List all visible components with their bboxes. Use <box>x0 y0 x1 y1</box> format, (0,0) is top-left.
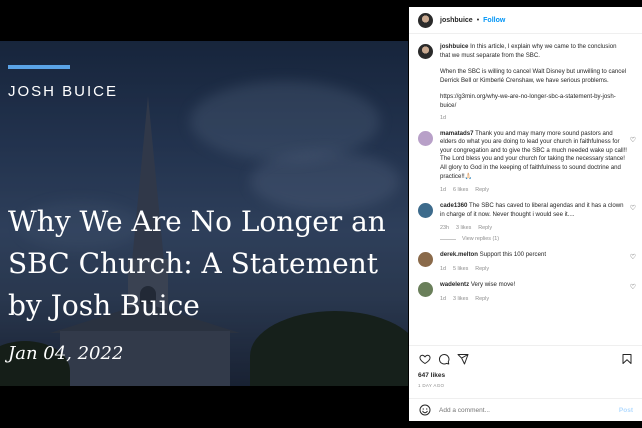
caption: joshbuice In this article, I explain why… <box>418 43 642 126</box>
post-timestamp: 1 DAY AGO <box>418 383 445 388</box>
replies-line <box>440 238 456 240</box>
comments-list[interactable]: joshbuice In this article, I explain why… <box>409 35 642 345</box>
comment-likes[interactable]: 6 likes <box>453 187 468 193</box>
comment-username[interactable]: derek.melton <box>440 251 478 258</box>
comment-heart-icon[interactable]: ♡ <box>630 253 636 261</box>
comment-username[interactable]: cade1360 <box>440 202 467 209</box>
view-replies-label[interactable]: View replies (1) <box>462 236 499 242</box>
avatar[interactable] <box>418 252 433 268</box>
comment-text: Very wise move! <box>470 280 516 288</box>
caption-link[interactable]: https://g3min.org/why-we-are-no-longer-s… <box>440 93 628 110</box>
avatar[interactable] <box>418 281 433 297</box>
comment-text: Thank you and may many more sound pastor… <box>440 129 627 180</box>
post-side-panel: joshbuice • Follow joshbuice In this art… <box>409 7 642 421</box>
instagram-post-modal: JOSH BUICE Why We Are No Longer an SBC C… <box>0 0 642 428</box>
comment-time: 1d <box>440 265 446 272</box>
heart-icon[interactable] <box>418 353 431 366</box>
comment-username[interactable]: wadelentz <box>440 281 469 288</box>
comment-heart-icon[interactable]: ♡ <box>630 283 636 291</box>
header-username[interactable]: joshbuice <box>440 17 473 24</box>
comment-time: 23h <box>440 225 449 232</box>
avatar[interactable] <box>418 12 433 28</box>
view-replies[interactable]: View replies (1) <box>440 236 642 242</box>
reply-button[interactable]: Reply <box>475 187 489 193</box>
reply-button[interactable]: Reply <box>475 266 489 272</box>
caption-time: 1d <box>440 114 446 121</box>
comment-heart-icon[interactable]: ♡ <box>630 136 636 144</box>
comment: cade1360 The SBC has caved to liberal ag… <box>418 202 642 236</box>
accent-bar <box>8 65 70 69</box>
comment-username[interactable]: mamatads7 <box>440 130 474 137</box>
image-date: Jan 04, 2022 <box>8 343 124 364</box>
emoji-icon[interactable] <box>418 404 431 417</box>
comment-likes[interactable]: 5 likes <box>453 266 468 272</box>
comment-heart-icon[interactable]: ♡ <box>630 204 636 212</box>
comment-time: 1d <box>440 187 446 194</box>
avatar[interactable] <box>418 130 433 146</box>
image-author-name: JOSH BUICE <box>8 83 119 100</box>
image-headline: Why We Are No Longer an SBC Church: A St… <box>8 205 386 322</box>
post-image: JOSH BUICE Why We Are No Longer an SBC C… <box>0 41 408 386</box>
post-comment-button[interactable]: Post <box>619 407 633 414</box>
avatar[interactable] <box>418 203 433 219</box>
post-header: joshbuice • Follow <box>409 7 642 34</box>
avatar[interactable] <box>418 44 433 59</box>
comment-likes[interactable]: 3 likes <box>456 225 471 231</box>
caption-username[interactable]: joshbuice <box>440 43 468 50</box>
comment: derek.melton Support this 100 percent 1d… <box>418 251 642 277</box>
share-icon[interactable] <box>456 353 469 366</box>
follow-button[interactable]: Follow <box>483 17 505 24</box>
comment-text: Support this 100 percent <box>479 251 547 259</box>
reply-button[interactable]: Reply <box>478 225 492 231</box>
bookmark-icon[interactable] <box>620 353 633 366</box>
post-actions: 647 likes 1 DAY AGO <box>409 345 642 398</box>
header-separator: • <box>476 16 480 24</box>
comment-time: 1d <box>440 295 446 302</box>
comment-likes[interactable]: 3 likes <box>453 296 468 302</box>
likes-count[interactable]: 647 likes <box>418 372 633 379</box>
add-comment-bar: Post <box>409 398 642 421</box>
caption-text-2: When the SBC is willing to cancel Walt D… <box>440 68 627 84</box>
comment-text: The SBC has caved to liberal agendas and… <box>440 202 624 218</box>
comment-icon[interactable] <box>437 353 450 366</box>
comment: mamatads7 Thank you and may many more so… <box>418 130 642 199</box>
comment: wadelentz Very wise move! 1d 3 likes Reply… <box>418 281 642 307</box>
comment-input[interactable] <box>439 406 599 414</box>
reply-button[interactable]: Reply <box>475 296 489 302</box>
